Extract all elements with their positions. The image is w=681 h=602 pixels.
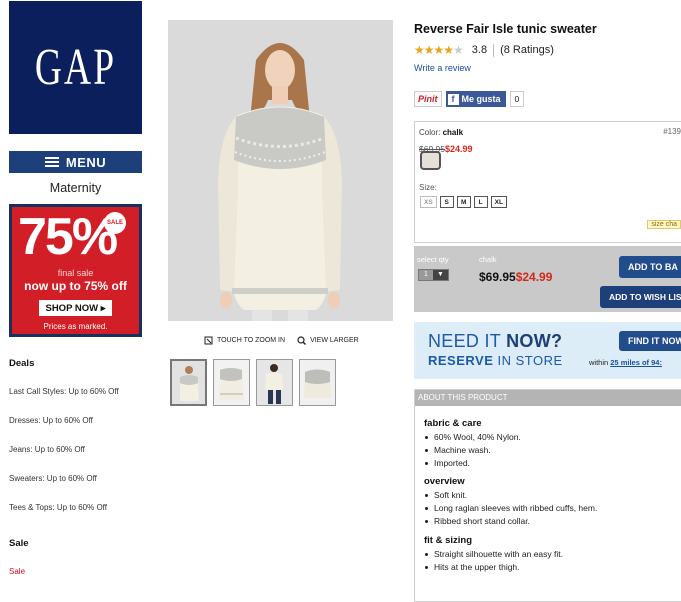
color-value: chalk	[442, 128, 464, 137]
about-product: ABOUT THIS PRODUCT fabric & care 60% Woo…	[414, 389, 681, 602]
detail-item: Machine wash.	[425, 444, 521, 457]
zoom-label: TOUCH TO ZOOM IN	[217, 337, 286, 344]
store-distance-link[interactable]: 25 miles of 94:	[610, 358, 662, 367]
size-m[interactable]: M	[456, 196, 471, 208]
product-image[interactable]	[168, 20, 393, 321]
detail-item: 60% Wool, 40% Nylon.	[425, 432, 521, 442]
detail-item: Long raglan sleeves with ribbed cuffs, h…	[424, 503, 598, 513]
detail-item: Ribbed short stand collar.	[424, 515, 597, 528]
fit-sizing-section: fit & sizing Straight silhouette with an…	[424, 535, 563, 574]
deal-link[interactable]: Sweaters: Up to 60% Off	[9, 474, 97, 483]
shop-now-button[interactable]: SHOP NOW ▸	[39, 300, 112, 316]
qty-value: 1	[424, 271, 428, 278]
view-larger-control[interactable]: VIEW LARGER	[297, 336, 359, 345]
deal-link[interactable]: Jeans: Up to 60% Off	[9, 445, 85, 454]
size-chart-link[interactable]: size cha	[647, 220, 681, 229]
thumbnail[interactable]	[299, 359, 336, 406]
thumbnail[interactable]	[170, 359, 207, 406]
reserve-in-store-panel: NEED IT NOW? RESERVE IN STORE FIND IT NO…	[414, 322, 681, 379]
view-larger-label: VIEW LARGER	[310, 337, 359, 344]
promo-percent: 75%	[18, 208, 118, 266]
bar-price: $69.95$24.99	[479, 268, 552, 286]
selected-color: chalk	[479, 255, 497, 264]
find-it-now-button[interactable]: FIND IT NOW	[619, 331, 681, 351]
menu-label: MENU	[65, 154, 107, 170]
chevron-down-icon: ▼	[433, 270, 448, 280]
detail-item: Straight silhouette with an easy fit.	[425, 549, 563, 559]
image-tools: TOUCH TO ZOOM IN VIEW LARGER	[204, 336, 359, 345]
hamburger-icon	[44, 155, 59, 169]
promo-banner[interactable]: 75% SALE final sale now up to 75% off SH…	[9, 204, 142, 337]
deal-link[interactable]: Dresses: Up to 60% Off	[9, 416, 93, 425]
product-options: Color: chalk #139 $69.95$24.99 Size: XS …	[414, 121, 681, 243]
need-it-now-heading: NEED IT NOW?	[428, 331, 563, 351]
thumbnail[interactable]	[213, 359, 250, 406]
thumbnail[interactable]	[256, 359, 293, 406]
promo-fineprint: Prices as marked.	[43, 322, 108, 331]
sale-badge: SALE	[104, 212, 126, 234]
size-xs[interactable]: XS	[420, 196, 437, 208]
zoom-icon	[204, 336, 213, 345]
magnifier-icon	[297, 336, 307, 345]
fabric-care-section: fabric & care 60% Wool, 40% Nylon. Machi…	[424, 418, 521, 470]
overview-section: overview Soft knit. Long raglan sleeves …	[424, 476, 597, 528]
social-buttons: Pinit f Me gusta 0	[414, 91, 525, 107]
product-title: Reverse Fair Isle tunic sweater	[414, 22, 597, 36]
write-review-link[interactable]: Write a review	[414, 63, 471, 73]
size-label: Size:	[419, 183, 437, 192]
section-title: fabric & care	[424, 418, 482, 429]
purchase-bar: select qty 1 ▼ chalk $69.95$24.99 ADD TO…	[414, 246, 681, 312]
facebook-icon: f	[447, 93, 459, 105]
size-xl[interactable]: XL	[490, 196, 507, 208]
section-title: fit & sizing	[424, 535, 473, 546]
color-label: Color: chalk	[419, 128, 464, 137]
section-title: overview	[424, 476, 465, 487]
add-to-bag-button[interactable]: ADD TO BA	[619, 256, 681, 278]
gap-logo[interactable]: GAP	[9, 1, 142, 134]
thumbnail-strip	[170, 359, 336, 406]
star-rating-icon[interactable]: ★★★★★	[414, 43, 464, 57]
store-radius: within 25 miles of 94:	[589, 358, 662, 367]
size-l[interactable]: L	[473, 196, 488, 208]
ratings-count[interactable]: (8 Ratings)	[500, 44, 554, 56]
reserve-in-store-text: RESERVE IN STORE	[428, 353, 563, 368]
sale-price: $24.99	[445, 144, 473, 154]
color-swatch-chalk[interactable]	[420, 151, 441, 170]
qty-label: select qty	[417, 255, 449, 264]
facebook-like-button[interactable]: f Me gusta	[445, 91, 506, 107]
sale-link[interactable]: Sale	[9, 567, 25, 576]
divider	[493, 43, 495, 57]
deals-heading: Deals	[9, 358, 35, 369]
qty-select[interactable]: 1 ▼	[418, 269, 449, 281]
size-s[interactable]: S	[439, 196, 454, 208]
detail-item: Hits at the upper thigh.	[425, 561, 563, 574]
sale-heading: Sale	[9, 538, 29, 549]
logo-text: GAP	[34, 39, 117, 96]
rating-value: 3.8	[471, 44, 488, 56]
product-sku: #139	[663, 127, 681, 136]
add-to-wishlist-button[interactable]: ADD TO WISH LIS	[600, 286, 681, 308]
detail-item: Soft knit.	[424, 489, 597, 502]
deal-link[interactable]: Tees & Tops: Up to 60% Off	[9, 503, 107, 512]
deal-link[interactable]: Last Call Styles: Up to 60% Off	[9, 387, 119, 396]
category-link[interactable]: Maternity	[9, 181, 142, 195]
facebook-like-count: 0	[509, 91, 525, 107]
promo-final: final sale	[57, 268, 94, 278]
about-heading: ABOUT THIS PRODUCT	[415, 390, 681, 406]
size-selector: XS S M L XL	[420, 196, 507, 208]
bar-original-price: $69.95	[479, 270, 516, 284]
zoom-control[interactable]: TOUCH TO ZOOM IN	[204, 336, 285, 345]
detail-item: Imported.	[425, 457, 521, 470]
bar-sale-price: $24.99	[515, 270, 553, 284]
facebook-like-label: Me gusta	[461, 94, 501, 104]
menu-button[interactable]: MENU	[9, 151, 142, 173]
rating-row: ★★★★★ 3.8 (8 Ratings)	[414, 43, 554, 57]
promo-upto: now up to 75% off	[24, 279, 127, 293]
pinterest-button[interactable]: Pinit	[414, 91, 442, 107]
